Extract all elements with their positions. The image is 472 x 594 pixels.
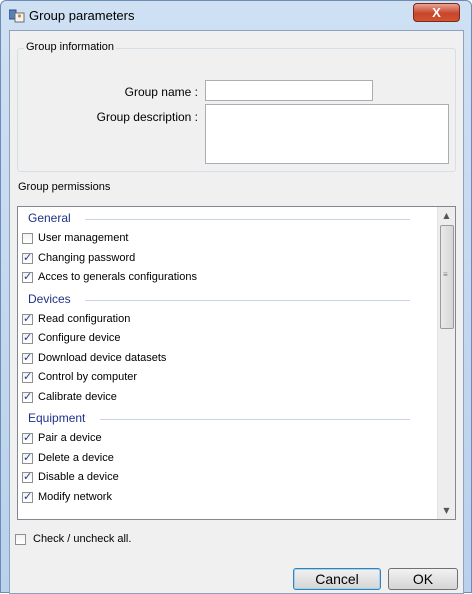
permission-item[interactable]: Pair a device — [22, 431, 422, 448]
permission-checkbox[interactable] — [22, 370, 33, 383]
permission-label: Pair a device — [38, 432, 102, 444]
permissions-scrollbar[interactable]: ▲ ≡ ▼ — [437, 207, 455, 519]
permission-item[interactable]: Calibrate device — [22, 390, 422, 407]
permission-checkbox[interactable] — [22, 251, 33, 264]
permission-checkbox[interactable] — [22, 331, 33, 344]
category-label: Equipment — [28, 411, 86, 425]
permission-label: Delete a device — [38, 451, 114, 464]
permission-label: User management — [38, 232, 129, 244]
permission-item[interactable]: Configure device — [22, 331, 422, 348]
permission-item[interactable]: Acces to generals configurations — [22, 270, 422, 287]
permission-item[interactable]: Modify network — [22, 490, 422, 507]
group-name-label: Group name : — [124, 85, 198, 99]
category-divider — [99, 419, 410, 420]
permission-label: Read configuration — [38, 312, 131, 325]
permission-item[interactable]: Changing password — [22, 251, 422, 268]
group-description-input[interactable] — [205, 104, 449, 164]
category-label: Devices — [28, 291, 71, 306]
ok-button[interactable]: OK — [388, 568, 458, 590]
check-all-option[interactable]: Check / uncheck all. — [15, 533, 215, 549]
permission-checkbox[interactable] — [22, 233, 33, 244]
scroll-thumb[interactable]: ≡ — [440, 225, 454, 329]
permission-label: Disable a device — [38, 471, 119, 483]
permission-label: Modify network — [38, 490, 112, 503]
category-devices: Devices — [18, 292, 428, 308]
cancel-button[interactable]: Cancel — [293, 568, 381, 590]
permission-checkbox[interactable] — [22, 451, 33, 464]
permission-item[interactable]: User management — [22, 232, 422, 248]
close-button[interactable]: X — [413, 3, 460, 22]
category-divider — [85, 299, 410, 301]
scroll-grip-icon: ≡ — [443, 270, 448, 279]
permission-item[interactable]: Disable a device — [22, 470, 422, 487]
category-general: General — [18, 211, 428, 227]
check-all-label: Check / uncheck all. — [33, 533, 132, 545]
permission-item[interactable]: Read configuration — [22, 312, 422, 329]
permission-label: Calibrate device — [38, 390, 117, 403]
category-divider — [85, 219, 410, 220]
group-description-label: Group description : — [96, 110, 198, 124]
category-equipment: Equipment — [18, 411, 428, 427]
permission-checkbox[interactable] — [22, 312, 33, 325]
dialog-window: Group parameters X Group information Gro… — [0, 0, 472, 594]
window-title: Group parameters — [29, 8, 135, 23]
permission-checkbox[interactable] — [22, 490, 33, 503]
permission-label: Changing password — [38, 251, 136, 264]
permission-label: Control by computer — [38, 371, 138, 383]
permission-label: Download device datasets — [38, 351, 167, 364]
group-permissions-legend: Group permissions — [16, 181, 113, 193]
permission-label: Configure device — [38, 332, 121, 344]
permission-checkbox[interactable] — [22, 390, 33, 403]
permissions-list[interactable]: General User management Changing password A… — [17, 206, 456, 520]
scroll-up-icon[interactable]: ▲ — [438, 207, 455, 224]
permission-checkbox[interactable] — [22, 431, 33, 444]
group-information-box: Group information Group name : Group des… — [17, 41, 456, 172]
title-bar[interactable]: Group parameters X — [1, 1, 471, 31]
close-icon: X — [432, 5, 441, 20]
permission-item[interactable]: Control by computer — [22, 370, 422, 387]
check-all-checkbox[interactable] — [15, 534, 26, 545]
permission-checkbox[interactable] — [22, 470, 33, 483]
permission-checkbox[interactable] — [22, 351, 33, 364]
permission-label: Acces to generals configurations — [38, 271, 197, 283]
scroll-down-icon[interactable]: ▼ — [438, 502, 455, 519]
permission-item[interactable]: Download device datasets — [22, 351, 422, 368]
permission-checkbox[interactable] — [22, 270, 33, 283]
permission-item[interactable]: Delete a device — [22, 451, 422, 468]
category-label: General — [28, 211, 71, 225]
group-information-legend: Group information — [24, 41, 117, 53]
group-name-input[interactable] — [205, 80, 373, 101]
dialog-content: Group information Group name : Group des… — [9, 30, 464, 594]
app-icon — [9, 9, 25, 23]
